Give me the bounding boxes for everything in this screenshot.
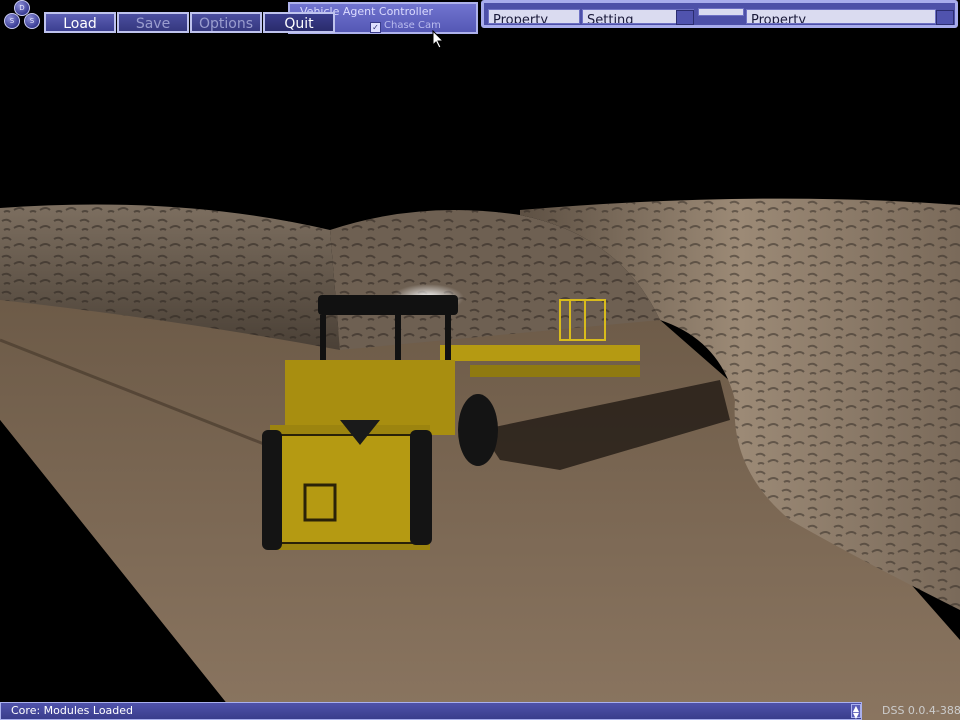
save-button[interactable]: Save — [117, 12, 189, 33]
status-scroll-icon[interactable]: ▲ ▼ — [851, 704, 861, 720]
quit-button[interactable]: Quit — [263, 12, 335, 33]
property-header-1: Property — [488, 9, 580, 24]
game-viewport[interactable] — [0, 0, 960, 720]
property-small-field[interactable] — [698, 8, 744, 16]
logo-hex-right: S — [24, 13, 40, 29]
status-bar: Core: Modules Loaded — [0, 702, 862, 720]
chase-cam-row[interactable]: ✓ Chase Cam — [350, 20, 470, 33]
property-panel[interactable]: Property Setting Property — [481, 0, 958, 28]
version-label: DSS 0.0.4-388 — [882, 704, 960, 717]
load-button[interactable]: Load — [44, 12, 116, 33]
chase-cam-checkbox[interactable]: ✓ — [370, 22, 381, 33]
property-scroll-button[interactable] — [936, 10, 954, 25]
mouse-cursor-icon — [432, 30, 445, 49]
logo-hex-left: S — [4, 13, 20, 29]
options-button[interactable]: Options — [190, 12, 262, 33]
property-header-2: Property — [746, 9, 936, 24]
property-dropdown-button[interactable] — [676, 10, 694, 25]
app-logo: D S S — [2, 0, 40, 32]
status-message: Core: Modules Loaded — [11, 704, 134, 717]
